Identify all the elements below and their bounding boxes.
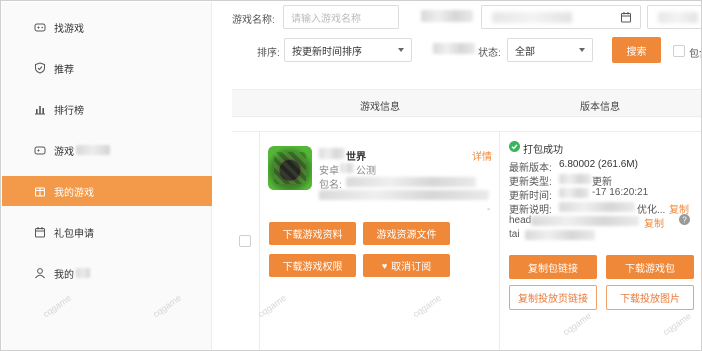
redacted-text	[559, 188, 589, 198]
update-type-label: 更新类型:	[509, 177, 552, 188]
date-range-input[interactable]	[481, 5, 641, 29]
unsubscribe-button[interactable]: ♥ 取消订阅	[363, 254, 450, 277]
calendar-icon	[620, 11, 632, 26]
sidebar-item-ranking[interactable]: 排行榜	[2, 94, 212, 124]
unsubscribe-label: 取消订阅	[391, 262, 432, 273]
download-game-package-button[interactable]: 下载游戏包	[606, 255, 694, 279]
tail-label: tai	[509, 229, 520, 240]
collapse-indicator: -	[487, 204, 491, 215]
redacted-text	[531, 216, 639, 226]
success-check-icon	[509, 141, 520, 155]
redacted-text	[525, 230, 595, 240]
update-desc-label: 更新说明:	[509, 205, 552, 216]
download-ad-images-button[interactable]: 下载投放图片	[606, 285, 694, 310]
sidebar-item-gift-apply[interactable]: 礼包申请	[2, 217, 212, 247]
copy-head-link[interactable]: 复制	[644, 215, 664, 230]
update-time-label: 更新时间:	[509, 191, 552, 202]
sidebar-item-label: 推荐	[54, 64, 74, 76]
help-icon[interactable]: ?	[679, 214, 690, 228]
redacted-text	[492, 12, 572, 23]
sidebar: 找游戏 推荐 排行榜 游戏 我的游戏 礼包申请 我的	[2, 2, 212, 350]
game-name-input[interactable]: 请输入游戏名称	[283, 5, 399, 29]
user-icon	[34, 267, 46, 279]
chevron-down-icon	[398, 48, 404, 52]
column-header-game-info: 游戏信息	[360, 102, 400, 113]
copy-landing-link-button[interactable]: 复制投放页链接	[509, 285, 597, 310]
row-checkbox[interactable]	[239, 235, 251, 247]
package-name-label: 包名:	[319, 180, 342, 191]
redacted-text	[76, 145, 110, 155]
sidebar-item-recommend[interactable]: 推荐	[2, 53, 212, 83]
status-select-value: 全部	[515, 46, 535, 58]
bar-chart-icon	[34, 103, 46, 115]
latest-version-value: 6.80002 (261.6M)	[559, 159, 638, 170]
game-icon	[268, 146, 312, 190]
redacted-text	[319, 148, 345, 159]
redacted-label	[421, 10, 473, 22]
gift-box-icon	[34, 185, 46, 197]
sidebar-item-label: 找游戏	[54, 23, 84, 35]
chevron-down-icon	[579, 48, 585, 52]
download-permission-button[interactable]: 下载游戏权限	[269, 254, 356, 277]
sidebar-item-label: 礼包申请	[54, 228, 94, 240]
game-publisher: 公测	[356, 166, 376, 177]
game-name-label: 游戏名称:	[232, 15, 275, 26]
redacted-text	[340, 163, 354, 173]
column-divider	[499, 131, 500, 350]
gamepad-icon	[34, 21, 46, 33]
column-divider	[259, 131, 260, 350]
redacted-text	[658, 12, 698, 23]
sidebar-item-label: 我的游戏	[54, 187, 94, 199]
shield-icon	[34, 62, 46, 74]
sidebar-item-label: 我的	[54, 269, 74, 281]
search-button[interactable]: 搜索	[612, 37, 661, 63]
update-desc-value: 优化...	[637, 205, 666, 216]
include-checkbox-label: 包含	[689, 49, 701, 60]
column-header-version-info: 版本信息	[580, 102, 620, 113]
gamepad-icon	[34, 144, 46, 156]
status-select[interactable]: 全部	[507, 38, 593, 62]
game-title: 世界	[346, 152, 366, 163]
build-status: 打包成功	[523, 145, 563, 156]
game-platform: 安卓	[319, 166, 339, 177]
redacted-text	[346, 177, 476, 187]
redacted-label	[433, 43, 475, 54]
svg-text:?: ?	[682, 215, 687, 224]
sidebar-item-find-games[interactable]: 找游戏	[2, 12, 212, 42]
sidebar-item-games-blurred[interactable]: 游戏	[2, 135, 212, 165]
status-label: 状态:	[478, 48, 501, 59]
sidebar-item-my-account[interactable]: 我的	[2, 258, 212, 288]
detail-link[interactable]: 详情	[472, 148, 492, 163]
redacted-text	[559, 174, 591, 184]
redacted-text	[76, 268, 90, 278]
update-time-value: -17 16:20:21	[592, 187, 649, 198]
sort-label: 排序:	[257, 48, 280, 59]
game-name-placeholder: 请输入游戏名称	[291, 13, 361, 25]
app-window: 找游戏 推荐 排行榜 游戏 我的游戏 礼包申请 我的 游戏名称: 请输入游戏名称…	[0, 0, 702, 351]
redacted-text	[319, 190, 489, 200]
calendar-icon	[34, 226, 46, 238]
sidebar-item-my-games[interactable]: 我的游戏	[2, 176, 212, 206]
redacted-text	[559, 202, 635, 212]
heart-broken-icon: ♥	[381, 260, 388, 271]
sort-select[interactable]: 按更新时间排序	[284, 38, 412, 62]
copy-package-link-button[interactable]: 复制包链接	[509, 255, 597, 279]
sidebar-item-label: 排行榜	[54, 105, 84, 117]
resource-files-button[interactable]: 游戏资源文件	[363, 222, 450, 245]
sidebar-item-label: 游戏	[54, 146, 74, 158]
table-header: 游戏信息 版本信息	[232, 89, 701, 117]
extra-filter-input[interactable]	[647, 5, 701, 29]
download-material-button[interactable]: 下载游戏资料	[269, 222, 356, 245]
update-type-value: 更新	[592, 177, 612, 188]
include-checkbox[interactable]	[673, 45, 685, 57]
latest-version-label: 最新版本:	[509, 163, 552, 174]
head-label: head	[509, 215, 532, 226]
sort-select-value: 按更新时间排序	[292, 46, 362, 58]
